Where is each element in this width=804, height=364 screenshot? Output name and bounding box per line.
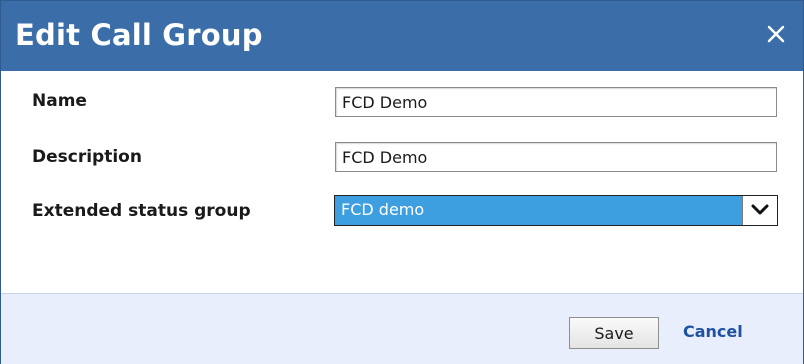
description-input[interactable] xyxy=(336,143,776,171)
dialog-title: Edit Call Group xyxy=(15,18,263,52)
cancel-link[interactable]: Cancel xyxy=(683,322,743,341)
name-input[interactable] xyxy=(336,88,776,116)
name-label: Name xyxy=(32,91,87,111)
close-icon[interactable] xyxy=(765,23,787,45)
save-button[interactable]: Save xyxy=(569,317,659,349)
description-field-box xyxy=(335,142,777,172)
edit-call-group-dialog: Edit Call Group Name Description Extende… xyxy=(0,0,804,364)
name-field-box xyxy=(335,87,777,117)
chevron-down-icon xyxy=(751,204,769,215)
dropdown-button[interactable] xyxy=(742,196,777,225)
extended-status-select[interactable]: FCD demo xyxy=(334,195,778,226)
extended-status-value: FCD demo xyxy=(341,200,425,219)
extended-status-label: Extended status group xyxy=(32,201,251,221)
dialog-footer: Save Cancel xyxy=(1,293,803,364)
description-label: Description xyxy=(32,147,142,167)
dialog-titlebar: Edit Call Group xyxy=(1,1,803,71)
